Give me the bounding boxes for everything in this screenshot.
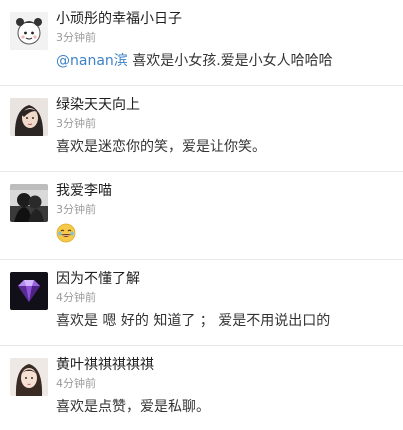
couple-silhouette-avatar-icon [10, 184, 48, 222]
diamond-avatar-icon [10, 272, 48, 310]
avatar[interactable] [10, 12, 48, 50]
comment-item: 小顽彤的幸福小日子 3分钟前 @nanan滨 喜欢是小女孩.爱是小女人哈哈哈 [0, 0, 403, 86]
comment-content: @nanan滨 喜欢是小女孩.爱是小女人哈哈哈 [56, 51, 395, 71]
cartoon-girl-avatar-icon [10, 12, 48, 50]
avatar[interactable] [10, 358, 48, 396]
avatar[interactable] [10, 272, 48, 310]
avatar[interactable] [10, 184, 48, 222]
comment-time: 3分钟前 [56, 203, 96, 216]
comment-time: 4分钟前 [56, 291, 96, 304]
comment-time: 3分钟前 [56, 31, 96, 44]
comment-text: 喜欢是点赞，爱是私聊。 [56, 399, 210, 415]
comment-feed: 小顽彤的幸福小日子 3分钟前 @nanan滨 喜欢是小女孩.爱是小女人哈哈哈 绿… [0, 0, 403, 430]
laughing-emoji-icon [56, 223, 76, 243]
comment-username[interactable]: 小顽彤的幸福小日子 [56, 9, 395, 29]
comment-item: 我爱李喵 3分钟前 [0, 172, 403, 260]
comment-time: 3分钟前 [56, 117, 96, 130]
comment-username[interactable]: 黄叶祺祺祺祺祺 [56, 355, 395, 375]
girl-portrait-avatar-icon [10, 358, 48, 396]
woman-portrait-avatar-icon [10, 98, 48, 136]
comment-username[interactable]: 我爱李喵 [56, 181, 395, 201]
comment-item: 因为不懂了解 4分钟前 喜欢是 嗯 好的 知道了 ； 爱是不用说出口的 [0, 260, 403, 346]
comment-username[interactable]: 绿染天天向上 [56, 95, 395, 115]
comment-text: 喜欢是 嗯 好的 知道了 ； 爱是不用说出口的 [56, 313, 331, 329]
comment-text: 喜欢是迷恋你的笑，爱是让你笑。 [56, 139, 266, 155]
comment-text: 喜欢是小女孩.爱是小女人哈哈哈 [127, 53, 333, 69]
comment-time: 4分钟前 [56, 377, 96, 390]
avatar[interactable] [10, 98, 48, 136]
comment-content [56, 223, 395, 243]
comment-item: 黄叶祺祺祺祺祺 4分钟前 喜欢是点赞，爱是私聊。 [0, 346, 403, 430]
comment-username[interactable]: 因为不懂了解 [56, 269, 395, 289]
user-mention-link[interactable]: @nanan滨 [56, 53, 128, 69]
comment-item: 绿染天天向上 3分钟前 喜欢是迷恋你的笑，爱是让你笑。 [0, 86, 403, 172]
